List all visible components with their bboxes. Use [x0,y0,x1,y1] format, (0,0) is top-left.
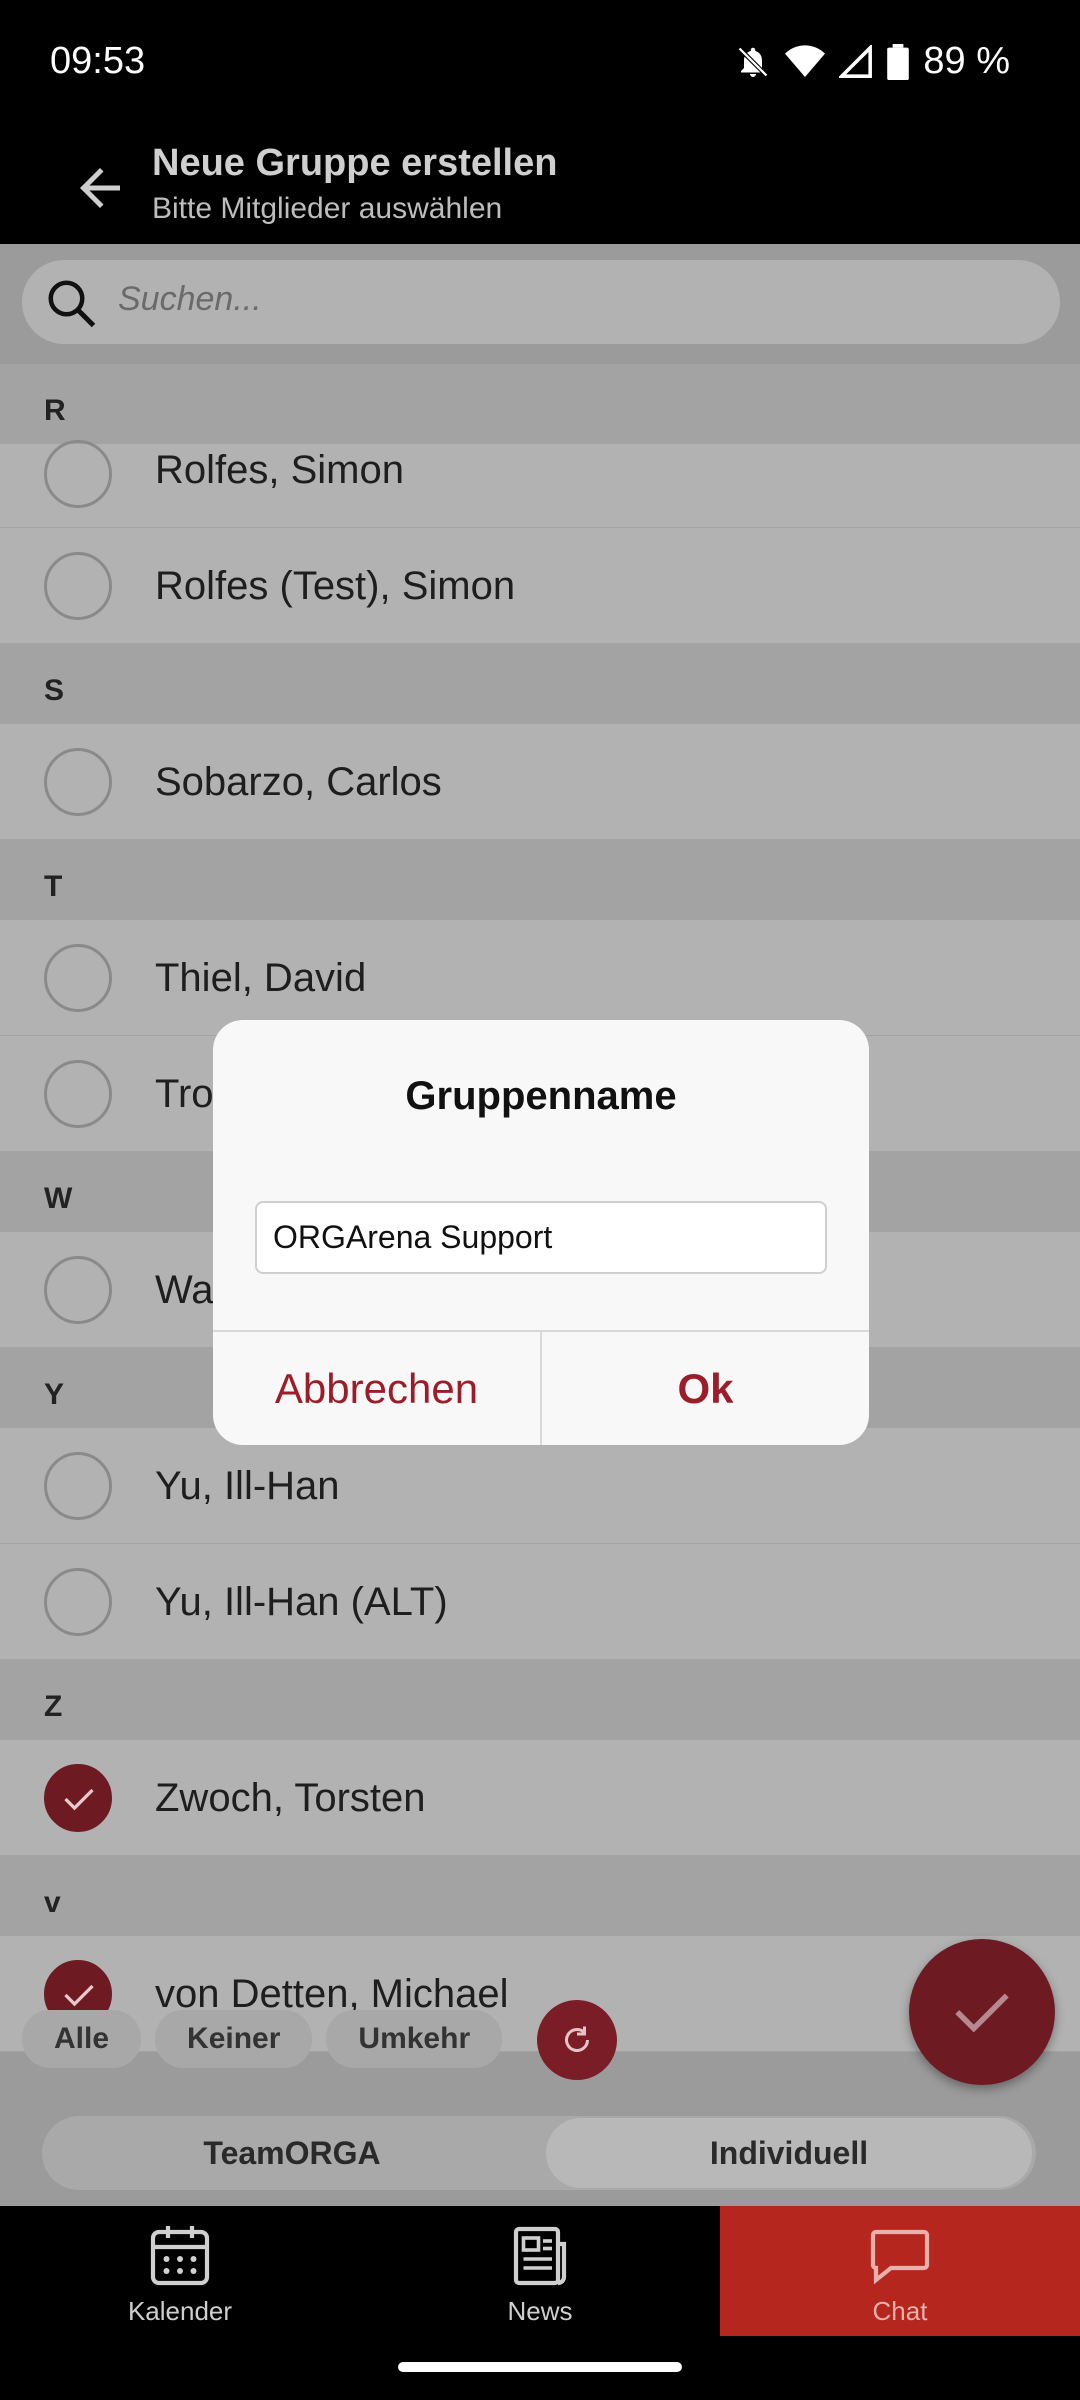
tab-individuell[interactable]: Individuell [546,2118,1032,2188]
member-name: Rolfes (Test), Simon [155,564,516,608]
list-item[interactable]: Rolfes (Test), Simon [0,528,1080,644]
list-item[interactable]: Rolfes, Simon [0,440,1080,528]
bell-off-icon [738,46,769,77]
group-name-dialog: Gruppenname Abbrechen Ok [213,1020,869,1445]
page-title: Neue Gruppe erstellen [152,142,558,184]
search-input[interactable]: Suchen... [118,280,262,319]
member-name: Yu, Ill-Han (ALT) [155,1580,448,1624]
group-type-toggle: TeamORGA Individuell [42,2116,1036,2190]
nav-chat-label: Chat [872,2296,928,2326]
checkmark-icon [955,1993,1009,2033]
section-header-s: S [0,644,1080,724]
member-name: Tro [155,1072,214,1116]
nav-chat[interactable]: Chat [720,2206,1080,2336]
select-circle[interactable] [44,552,112,620]
tab-teamorga[interactable]: TeamORGA [42,2116,542,2190]
wifi-icon [785,44,826,77]
section-header-t: T [0,840,1080,920]
section-header-z: Z [0,1660,1080,1740]
select-circle[interactable] [44,748,112,816]
back-arrow-icon[interactable] [70,158,130,218]
list-item[interactable]: Yu, Ill-Han (ALT) [0,1544,1080,1660]
confirm-selection-button[interactable] [909,1939,1055,2085]
search-bar[interactable]: Suchen... [22,260,1060,344]
list-item[interactable]: Thiel, David [0,920,1080,1036]
section-header-v: v [0,1856,1080,1936]
signal-icon [839,44,873,78]
home-indicator[interactable] [398,2362,682,2372]
dialog-title: Gruppenname [405,1074,677,1118]
member-name: Sobarzo, Carlos [155,760,442,804]
select-circle-checked[interactable] [44,1764,112,1832]
refresh-button[interactable] [537,2000,617,2080]
select-circle[interactable] [44,1060,112,1128]
invert-selection-chip[interactable]: Umkehr [326,2010,503,2068]
status-bar: 09:53 89 % [0,0,1080,130]
member-name: Zwoch, Torsten [155,1776,426,1820]
list-item[interactable]: Yu, Ill-Han [0,1428,1080,1544]
select-circle[interactable] [44,1256,112,1324]
checkmark-icon [64,1788,94,1811]
select-circle[interactable] [44,944,112,1012]
calendar-icon [150,2226,210,2286]
refresh-icon [565,2026,589,2052]
checkmark-icon [64,1984,94,2007]
select-all-chip[interactable]: Alle [22,2010,142,2068]
member-name: Wa [155,1268,214,1312]
nav-calendar-label: Kalender [127,2296,233,2326]
cancel-button[interactable]: Abbrechen [213,1332,540,1445]
app-bar: Neue Gruppe erstellen Bitte Mitglieder a… [0,130,1080,244]
list-item[interactable]: Sobarzo, Carlos [0,724,1080,840]
search-icon [48,280,96,328]
page-subtitle: Bitte Mitglieder auswählen [152,192,503,225]
select-circle[interactable] [44,440,112,508]
nav-news[interactable]: News [360,2206,720,2336]
member-name: Thiel, David [155,956,367,1000]
select-none-chip[interactable]: Keiner [155,2010,313,2068]
ok-button[interactable]: Ok [542,1332,869,1445]
member-name: Yu, Ill-Han [155,1464,340,1508]
list-item[interactable]: Zwoch, Torsten [0,1740,1080,1856]
nav-calendar[interactable]: Kalender [0,2206,360,2336]
select-circle[interactable] [44,1568,112,1636]
nav-news-label: News [507,2296,573,2326]
select-circle[interactable] [44,1452,112,1520]
battery-icon [887,43,910,80]
selection-chips: Alle Keiner Umkehr [22,2010,503,2068]
newspaper-icon [513,2226,567,2286]
section-header-r: R [0,364,1080,444]
battery-percent: 89 % [923,40,1010,82]
status-time: 09:53 [50,40,146,82]
group-name-input[interactable] [255,1201,827,1274]
member-name: Rolfes, Simon [155,448,404,492]
chat-bubble-icon [870,2229,930,2285]
status-icons: 89 % [735,40,1010,83]
